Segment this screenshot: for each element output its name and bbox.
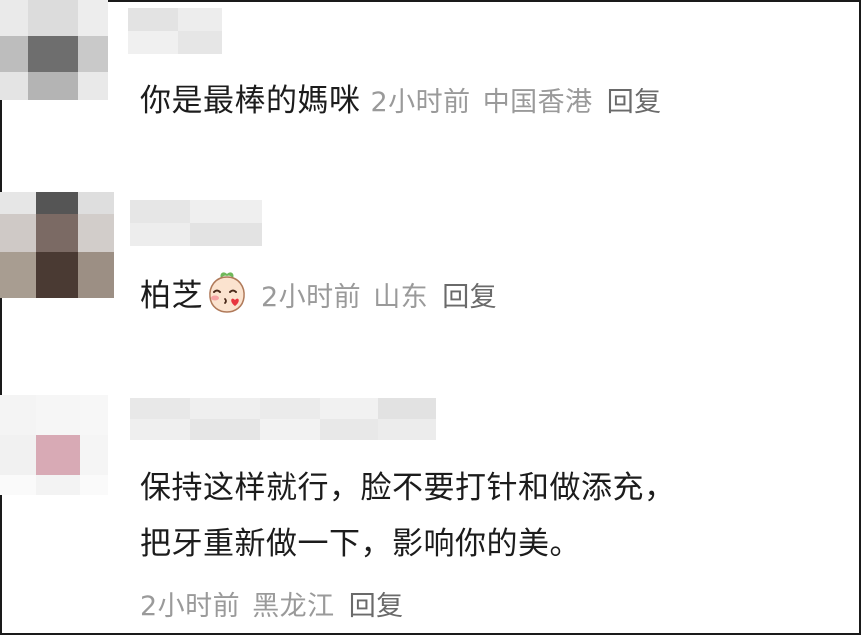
- comment-location: 中国香港: [482, 87, 593, 118]
- avatar[interactable]: [0, 0, 108, 100]
- comment-time: 2小时前: [261, 282, 362, 313]
- comment-text: 柏芝 2小时前 山东 回复: [140, 265, 497, 329]
- comment-meta: 2小时前 中国香港: [371, 87, 593, 118]
- comment-body: 柏芝: [140, 278, 203, 314]
- comment-time: 2小时前: [370, 87, 471, 118]
- avatar[interactable]: [0, 395, 108, 495]
- comment-text-line-2: 把牙重新做一下，影响你的美。: [140, 526, 581, 562]
- comment-body: 你是最棒的媽咪: [140, 83, 361, 119]
- blushing-peach-emoji-icon: [209, 272, 245, 313]
- reply-button[interactable]: 回复: [442, 282, 497, 313]
- username-blurred[interactable]: [130, 200, 262, 246]
- comment-location: 黑龙江: [252, 591, 335, 622]
- comment-location: 山东: [373, 282, 429, 313]
- avatar[interactable]: [0, 192, 114, 298]
- username-blurred[interactable]: [130, 398, 436, 440]
- reply-button[interactable]: 回复: [607, 87, 662, 118]
- comment-time: 2小时前: [140, 591, 241, 622]
- comment-text-line-1: 保持这样就行，脸不要打针和做添充，: [140, 470, 676, 506]
- reply-button[interactable]: 回复: [349, 591, 404, 622]
- comment-meta: 2小时前 山东: [261, 282, 428, 313]
- comment-text: 你是最棒的媽咪 2小时前 中国香港 回复: [140, 70, 662, 134]
- comment-meta: 2小时前 黑龙江 回复: [140, 584, 404, 623]
- username-blurred[interactable]: [128, 8, 222, 54]
